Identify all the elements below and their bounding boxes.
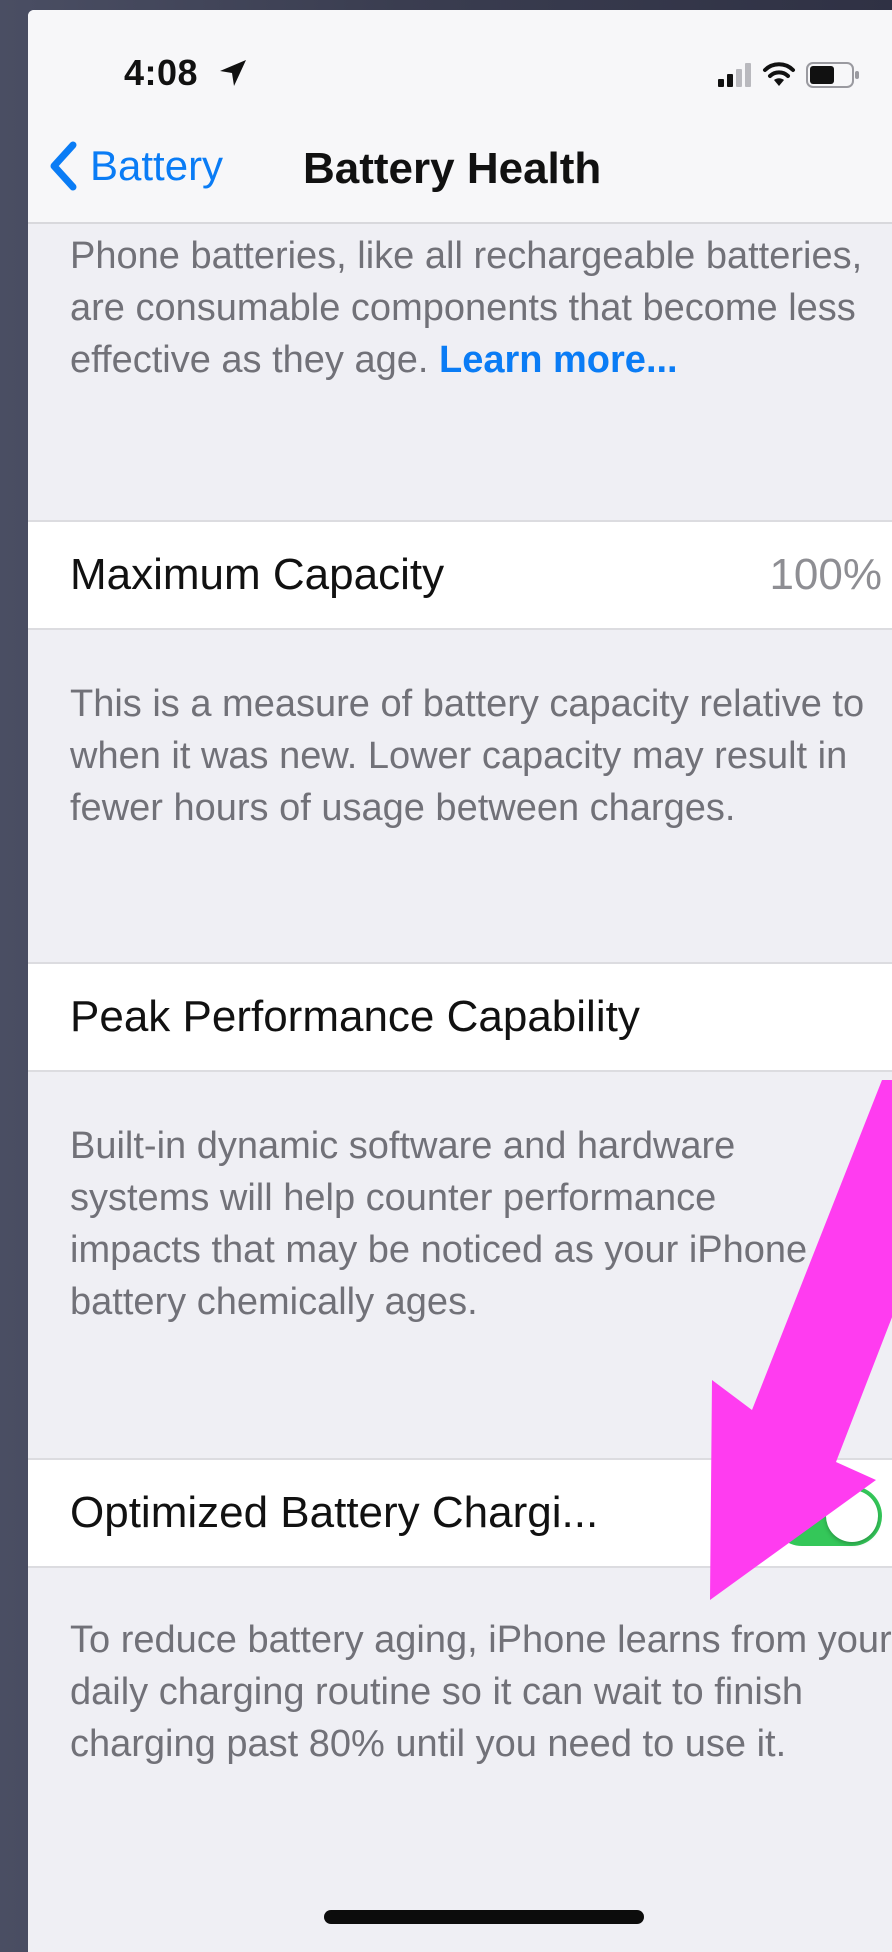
page-title: Battery Health <box>303 144 602 193</box>
annotation-arrow-icon <box>710 1080 892 1600</box>
peak-performance-row: Peak Performance Capability <box>28 962 892 1072</box>
peak-performance-label: Peak Performance Capability <box>70 992 640 1041</box>
status-time: 4:08 <box>124 52 199 93</box>
wifi-icon <box>763 62 795 86</box>
cellular-signal-icon <box>718 63 751 87</box>
maximum-capacity-row: Maximum Capacity 100% <box>28 520 892 630</box>
status-icons <box>718 60 860 90</box>
maximum-capacity-value: 100% <box>769 550 882 599</box>
chevron-left-icon <box>50 141 77 191</box>
navigation-bar: Battery Battery Health <box>28 110 892 224</box>
back-label: Battery <box>90 142 224 189</box>
phone-screen: 4:08 Battery Battery Health Phone batter… <box>28 10 892 1952</box>
battery-icon <box>806 62 859 88</box>
learn-more-link[interactable]: Learn more... <box>439 339 678 381</box>
maximum-capacity-label: Maximum Capacity <box>70 550 445 599</box>
intro-text: Phone batteries, like all rechargeable b… <box>70 230 870 386</box>
location-arrow-icon <box>220 60 246 86</box>
home-indicator <box>324 1910 644 1924</box>
optimized-charging-label: Optimized Battery Chargi... <box>70 1488 599 1537</box>
maximum-capacity-footer: This is a measure of battery capacity re… <box>70 683 865 829</box>
back-button[interactable]: Battery <box>48 136 223 196</box>
